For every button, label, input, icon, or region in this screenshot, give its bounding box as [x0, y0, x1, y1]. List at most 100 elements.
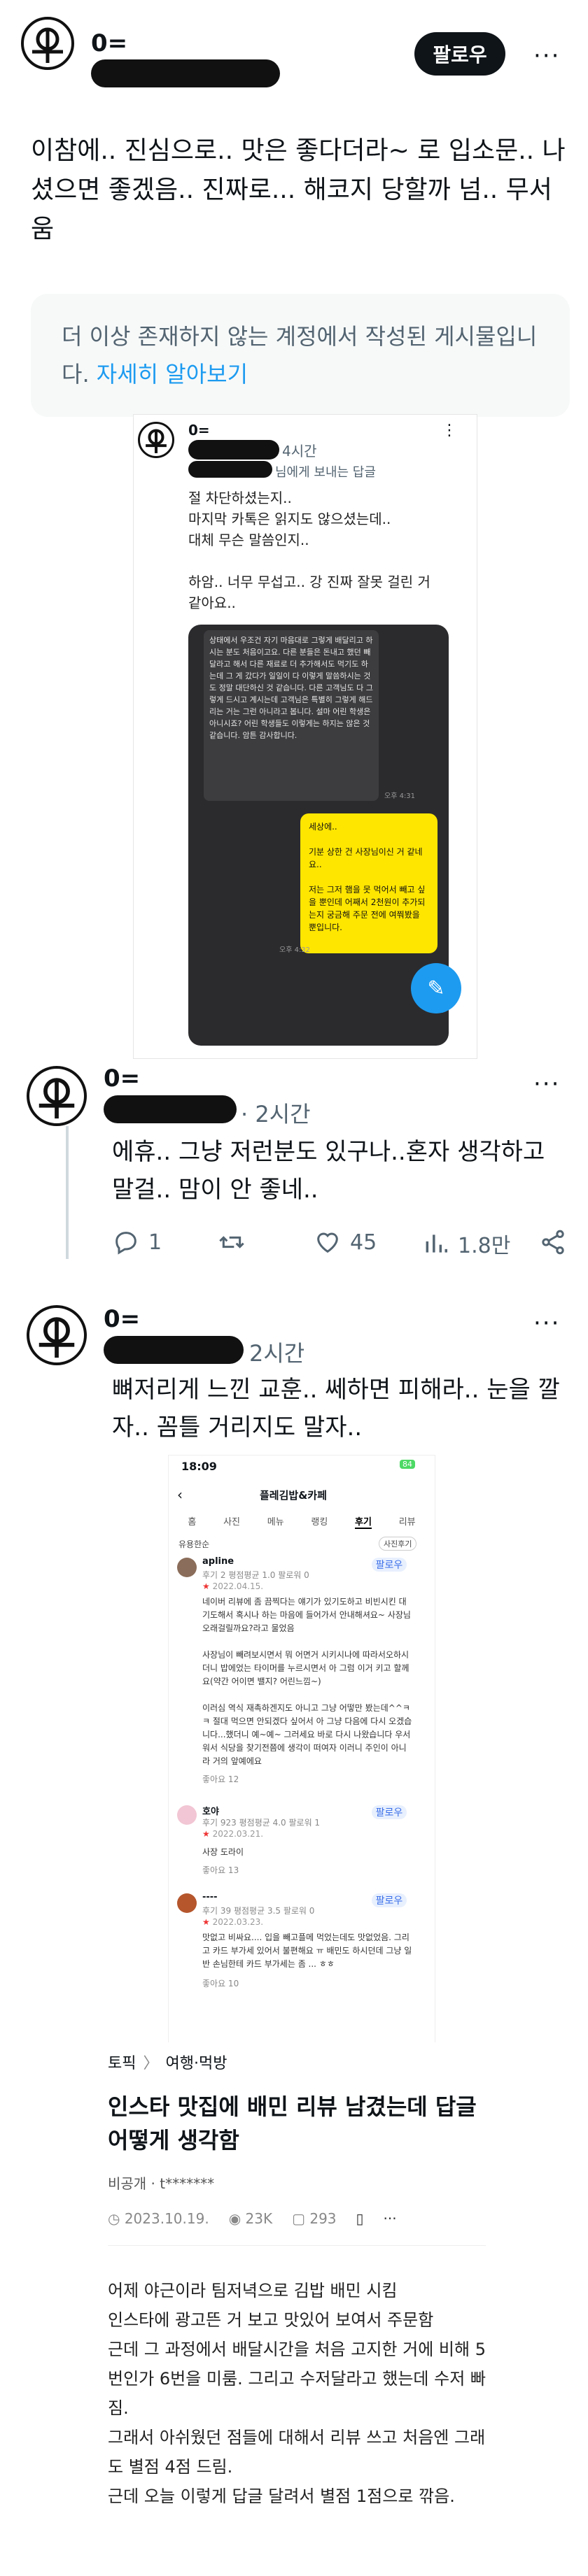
tab-review2[interactable]: 리뷰: [399, 1514, 416, 1529]
chat-text-gray: 상태에서 우조건 자기 마음대로 그렇게 배달리고 하시는 분도 처음이고요. …: [209, 636, 373, 740]
embed-avatar: [138, 422, 174, 458]
views-button[interactable]: 1.8만: [423, 1228, 510, 1259]
views-chart-icon: [426, 1234, 447, 1253]
username[interactable]: 0=: [104, 1305, 140, 1333]
embed-time: 4시간: [282, 443, 317, 460]
share-icon: [542, 1230, 564, 1255]
deleted-account-notice: 더 이상 존재하지 않는 계정에서 작성된 게시물입니다. 자세히 알아보기: [31, 294, 570, 417]
share-button[interactable]: [539, 1228, 567, 1259]
article-views: ◉ 23K: [228, 2210, 273, 2227]
reviewer-stats: 후기 39 평점평균 3.5 팔로워 0: [202, 1906, 315, 1916]
thread-line: [66, 1126, 69, 1259]
reply-button[interactable]: 1: [112, 1228, 162, 1256]
reply-icon: [115, 1232, 136, 1255]
avatar-logo-icon: [38, 1078, 75, 1119]
follow-reviewer-button[interactable]: 팔로우: [372, 1805, 407, 1819]
tab-ranking[interactable]: 랭킹: [311, 1514, 328, 1529]
redacted-handle: [104, 1095, 237, 1123]
review-likes[interactable]: 좋아요 10: [202, 1977, 239, 1989]
avatar[interactable]: [27, 1305, 87, 1365]
tab-bar: 홈 사진 메뉴 랭킹 후기 리뷰: [174, 1514, 429, 1529]
breadcrumb-topic[interactable]: 토픽: [108, 2051, 136, 2073]
post-text: 에휴.. 그냥 저런분도 있구나..혼자 생각하고 말걸.. 맘이 안 좋네..: [112, 1138, 545, 1204]
article-line-2: 인스타에 광고뜬 거 보고 맛있어 보여서 주문함: [108, 2310, 434, 2330]
review-date-text: 2022.04.15.: [212, 1581, 264, 1591]
redacted-reply-to: [188, 461, 272, 478]
review-likes[interactable]: 좋아요 12: [202, 1773, 239, 1785]
embed-line-2: 마지막 카톡은 읽지도 않으셨는데..: [188, 511, 391, 527]
username[interactable]: 0=: [104, 1065, 140, 1093]
article-comments[interactable]: ▢ 293: [292, 2210, 336, 2227]
breadcrumb: 토픽 〉 여행·먹방: [108, 2051, 227, 2073]
review-date-text: 2022.03.21.: [212, 1829, 264, 1839]
article-date-text: 2023.10.19.: [124, 2210, 209, 2227]
review-date-text: 2022.03.23.: [212, 1917, 264, 1927]
embed-line-3: 대체 무슨 말씀인지..: [188, 532, 309, 548]
tab-menu[interactable]: 메뉴: [267, 1514, 284, 1529]
retweet-icon: [219, 1236, 244, 1248]
views-count: 1.8만: [458, 1234, 511, 1258]
like-count: 45: [350, 1230, 377, 1255]
divider: [108, 2245, 486, 2246]
bookmark-icon[interactable]: ▯: [356, 2210, 364, 2227]
article-line-3: 근데 그 과정에서 배달시간을 처음 고지한 거에 비해 5번인가 6번을 미룸…: [108, 2340, 486, 2418]
follow-reviewer-button[interactable]: 팔로우: [372, 1893, 407, 1907]
reviewer-avatar: [177, 1558, 197, 1577]
like-button[interactable]: 45: [314, 1228, 377, 1256]
breadcrumb-category[interactable]: 여행·먹방: [166, 2051, 227, 2073]
chat-bubble-yellow: 세상에.. 기분 상한 건 사장님이신 거 같네요.. 저는 그저 햄을 못 먹…: [300, 813, 438, 953]
review-body: 사장 도라이: [202, 1847, 244, 1857]
sort-dropdown[interactable]: 유용한순: [178, 1538, 209, 1550]
article-more-icon[interactable]: ···: [384, 2210, 397, 2227]
article-title: 인스타 맛집에 배민 리뷰 남겼는데 답글 어떻게 생각함: [108, 2093, 477, 2154]
more-options-icon[interactable]: ···: [533, 42, 560, 70]
more-options-icon[interactable]: ···: [533, 1309, 560, 1337]
tab-photos[interactable]: 사진: [223, 1514, 240, 1529]
chat-time-2: 오후 4:32: [279, 946, 311, 954]
retweet-button[interactable]: [217, 1228, 246, 1256]
article-views-text: 23K: [245, 2210, 273, 2227]
reviewer-avatar: [177, 1805, 197, 1825]
article-author: 비공개 · t*******: [108, 2175, 215, 2192]
embed-more-icon: ⋮: [442, 422, 458, 439]
article-body: 어제 야근이라 팀저녁으로 김밥 배민 시킴 인스타에 광고뜬 거 보고 맛있어…: [108, 2276, 486, 2511]
learn-more-link[interactable]: 자세히 알아보기: [97, 361, 248, 387]
more-options-icon[interactable]: ···: [533, 1070, 560, 1098]
follow-reviewer-button[interactable]: 팔로우: [372, 1558, 407, 1572]
review-body: 네이버 리뷰에 좀 끔찍다는 얘기가 있기도하고 비빈시킨 대기도해서 혹시나 …: [202, 1597, 412, 1766]
username[interactable]: 0=: [91, 29, 127, 57]
review-body: 맛없고 비싸요.... 입을 빼고플메 먹었는데도 맛없었음. 그리고 카드 부…: [202, 1933, 412, 1969]
article-date: ◷ 2023.10.19.: [108, 2210, 209, 2227]
app-title: 플레김밥&카페: [260, 1489, 327, 1502]
article-line-5: 근데 오늘 이렇게 답글 달려서 별점 1점으로 깎음.: [108, 2486, 455, 2506]
avatar-logo-icon: [38, 1317, 75, 1358]
post-time: 2시간: [249, 1340, 305, 1367]
reply-to-label: 님에게 보내는 답글: [275, 465, 376, 480]
review-app-screenshot: 18:09 84 ‹ 플레김밥&카페 홈 사진 메뉴 랭킹 후기 리뷰 유용한순…: [168, 1455, 435, 2044]
follow-button[interactable]: 팔로우: [414, 32, 505, 76]
reviewer-name: ----: [202, 1892, 218, 1902]
heart-icon: [317, 1232, 338, 1253]
reviewer-stats: 후기 923 평점평균 4.0 팔로워 1: [202, 1818, 321, 1828]
compose-fab-icon[interactable]: ✎: [411, 963, 461, 1013]
article-meta: ◷ 2023.10.19. ◉ 23K ▢ 293 ▯ ···: [108, 2210, 486, 2227]
redacted-handle: [188, 440, 279, 460]
embed-line-5: 하암.. 너무 무섭고.. 강 진짜 잘못 걸린 거 같아요..: [188, 574, 430, 611]
chat-bubble-gray: 상태에서 우조건 자기 마음대로 그렇게 배달리고 하시는 분도 처음이고요. …: [204, 630, 379, 801]
chat-screenshot: 상태에서 우조건 자기 마음대로 그렇게 배달리고 하시는 분도 처음이고요. …: [188, 625, 461, 1046]
back-chevron-icon[interactable]: ‹: [177, 1486, 183, 1503]
review-likes[interactable]: 좋아요 13: [202, 1864, 239, 1876]
embed-username: 0=: [188, 422, 210, 439]
avatar[interactable]: [27, 1066, 87, 1126]
photo-filter[interactable]: 사진후기: [379, 1537, 417, 1551]
tab-reviews[interactable]: 후기: [355, 1514, 372, 1529]
tab-home[interactable]: 홈: [188, 1514, 196, 1529]
embedded-screenshot: 0= 4시간 ⋮ 님에게 보내는 답글 절 차단하셨는지.. 마지막 카톡은 읽…: [133, 414, 477, 1059]
avatar[interactable]: [21, 17, 74, 70]
battery-indicator: 84: [400, 1460, 415, 1469]
reply-count: 1: [148, 1230, 162, 1255]
post-text: 뼈저리게 느낀 교훈.. 쎄하면 피해라.. 눈을 깔자.. 꼼틀 거리지도 말…: [112, 1376, 560, 1442]
chat-text-yellow: 세상에.. 기분 상한 건 사장님이신 거 같네요.. 저는 그저 햄을 못 먹…: [309, 822, 426, 932]
post-time: · 2시간: [241, 1101, 311, 1127]
redacted-handle: [91, 59, 280, 87]
